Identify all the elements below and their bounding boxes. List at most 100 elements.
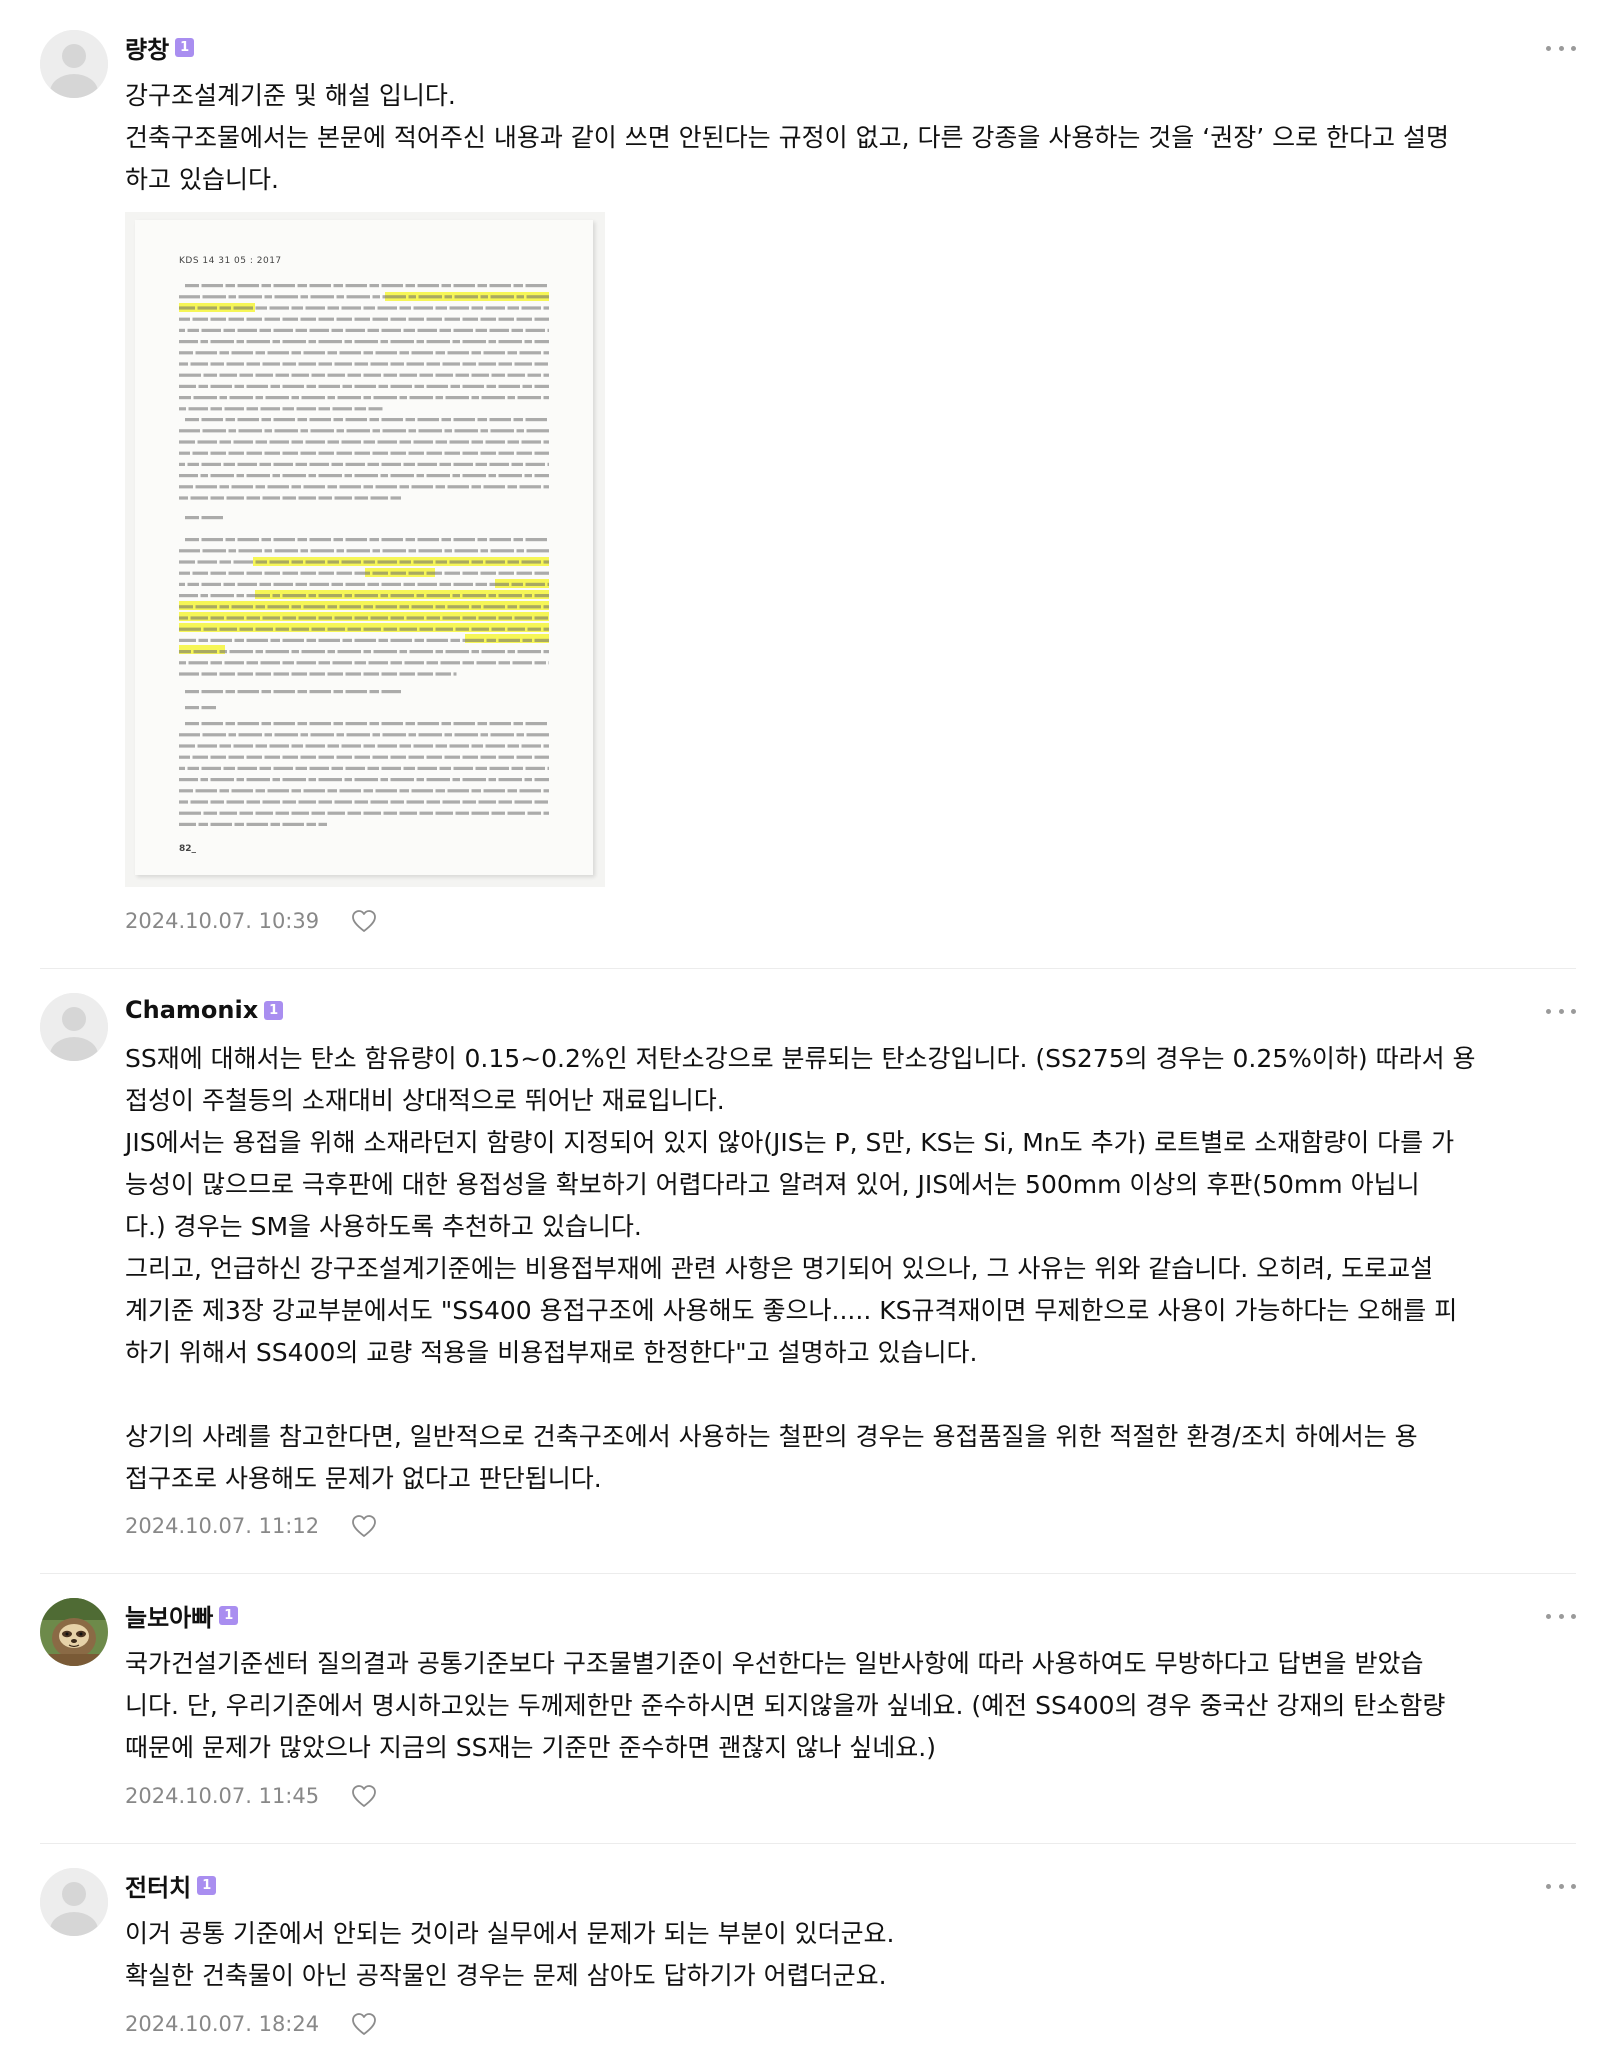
document-text-stroke bbox=[399, 650, 407, 654]
document-text-stroke bbox=[238, 295, 262, 299]
document-text-stroke bbox=[331, 328, 343, 332]
document-text-stroke bbox=[237, 766, 257, 770]
document-text-stroke bbox=[369, 722, 379, 726]
document-text-stroke bbox=[480, 451, 496, 455]
document-text-stroke bbox=[229, 650, 253, 654]
document-text-stroke bbox=[419, 373, 433, 377]
document-text-stroke bbox=[381, 690, 401, 694]
document-text-stroke bbox=[399, 605, 409, 609]
document-text-stroke bbox=[237, 722, 259, 726]
document-text-stroke bbox=[295, 582, 307, 586]
more-vertical-dots-icon[interactable] bbox=[1546, 1606, 1576, 1626]
document-text-stroke bbox=[383, 627, 397, 631]
document-text-stroke bbox=[339, 485, 361, 489]
document-text-stroke bbox=[282, 451, 298, 455]
document-text-stroke bbox=[261, 538, 271, 542]
document-text-stroke bbox=[453, 462, 473, 466]
document-text-stroke bbox=[411, 485, 433, 489]
document-text-stroke bbox=[201, 516, 223, 520]
document-text-stroke bbox=[210, 451, 226, 455]
document-text-stroke bbox=[354, 638, 376, 642]
document-text-stroke bbox=[453, 722, 475, 726]
document-text-stroke bbox=[399, 811, 417, 815]
document-text-stroke bbox=[417, 284, 439, 288]
more-vertical-dots-icon[interactable] bbox=[1546, 1001, 1576, 1021]
document-text-stroke bbox=[333, 284, 343, 288]
document-text-stroke bbox=[411, 605, 433, 609]
document-text-stroke bbox=[273, 538, 295, 542]
document-text-stroke bbox=[246, 616, 260, 620]
document-text-stroke bbox=[390, 661, 402, 665]
document-text-stroke bbox=[367, 462, 379, 466]
document-text-stroke bbox=[475, 766, 487, 770]
document-text-stroke bbox=[179, 650, 191, 654]
document-text-stroke bbox=[223, 328, 235, 332]
document-text-stroke bbox=[264, 571, 280, 575]
document-text-stroke bbox=[179, 451, 190, 455]
document-text-stroke bbox=[369, 418, 379, 422]
avatar[interactable] bbox=[40, 1868, 108, 1936]
document-text-stroke bbox=[296, 661, 316, 665]
document-text-stroke bbox=[375, 485, 397, 489]
document-text-stroke bbox=[426, 340, 450, 344]
document-text-stroke bbox=[471, 627, 489, 631]
document-text-stroke bbox=[318, 638, 340, 642]
document-text-stroke bbox=[439, 582, 451, 586]
heart-outline-icon[interactable] bbox=[350, 1782, 378, 1810]
document-text-stroke bbox=[454, 429, 478, 433]
comment-meta: 2024.10.07. 11:12 bbox=[125, 1509, 378, 1543]
document-text-stroke bbox=[179, 462, 185, 466]
comment-meta: 2024.10.07. 18:24 bbox=[125, 2007, 378, 2041]
document-text-stroke bbox=[370, 616, 388, 620]
document-text-stroke bbox=[543, 811, 549, 815]
document-text-stroke bbox=[265, 396, 289, 400]
document-text-stroke bbox=[480, 733, 488, 737]
comment-line: 계기준 제3장 강교부분에서도 "SS400 용접구조에 사용해도 좋으나...… bbox=[125, 1296, 1458, 1325]
document-text-stroke bbox=[190, 362, 208, 366]
document-text-stroke bbox=[187, 328, 199, 332]
document-text-stroke bbox=[262, 496, 280, 500]
document-text-stroke bbox=[383, 373, 397, 377]
author-name[interactable]: 전터치 bbox=[125, 1868, 191, 1903]
document-text-stroke bbox=[462, 638, 484, 642]
avatar[interactable] bbox=[40, 30, 108, 98]
author-name[interactable]: 량창 bbox=[125, 30, 169, 65]
document-text-stroke bbox=[408, 549, 416, 553]
document-text-stroke bbox=[195, 605, 217, 609]
heart-outline-icon[interactable] bbox=[350, 1512, 378, 1540]
author-name[interactable]: Chamonix bbox=[125, 996, 258, 1024]
heart-outline-icon[interactable] bbox=[350, 907, 378, 935]
comment-line: 때문에 문제가 많았으나 지금의 SS재는 기준만 준수하면 괜찮지 않나 싶네… bbox=[125, 1733, 936, 1762]
document-text-stroke bbox=[311, 373, 325, 377]
document-text-stroke bbox=[282, 638, 304, 642]
document-text-stroke bbox=[210, 661, 222, 665]
document-text-stroke bbox=[441, 418, 451, 422]
document-text-stroke bbox=[525, 328, 545, 332]
document-text-stroke bbox=[534, 317, 549, 321]
document-text-stroke bbox=[219, 485, 229, 489]
heart-outline-icon[interactable] bbox=[350, 2010, 378, 2038]
document-text-stroke bbox=[354, 661, 366, 665]
document-text-stroke bbox=[179, 373, 201, 377]
document-text-stroke bbox=[259, 328, 271, 332]
document-text-stroke bbox=[514, 362, 532, 366]
document-text-stroke bbox=[239, 373, 253, 377]
more-vertical-dots-icon[interactable] bbox=[1546, 38, 1576, 58]
attached-document-image[interactable]: KDS 14 31 05 : 2017 82_ bbox=[125, 212, 605, 887]
document-text-stroke bbox=[511, 462, 523, 466]
author-name[interactable]: 늘보아빠 bbox=[125, 1598, 213, 1633]
document-text-stroke bbox=[511, 766, 523, 770]
document-text-stroke bbox=[238, 549, 262, 553]
document-text-stroke bbox=[369, 538, 379, 542]
document-text-stroke bbox=[462, 340, 486, 344]
document-text-stroke bbox=[475, 582, 487, 586]
avatar[interactable] bbox=[40, 993, 108, 1061]
more-vertical-dots-icon[interactable] bbox=[1546, 1876, 1576, 1896]
comment-header: 늘보아빠 1 bbox=[125, 1598, 239, 1633]
document-text-stroke bbox=[547, 766, 549, 770]
document-text-stroke bbox=[345, 690, 367, 694]
document-text-stroke bbox=[225, 722, 235, 726]
avatar[interactable] bbox=[40, 1598, 108, 1666]
document-text-stroke bbox=[334, 800, 352, 804]
document-text-stroke bbox=[295, 766, 307, 770]
